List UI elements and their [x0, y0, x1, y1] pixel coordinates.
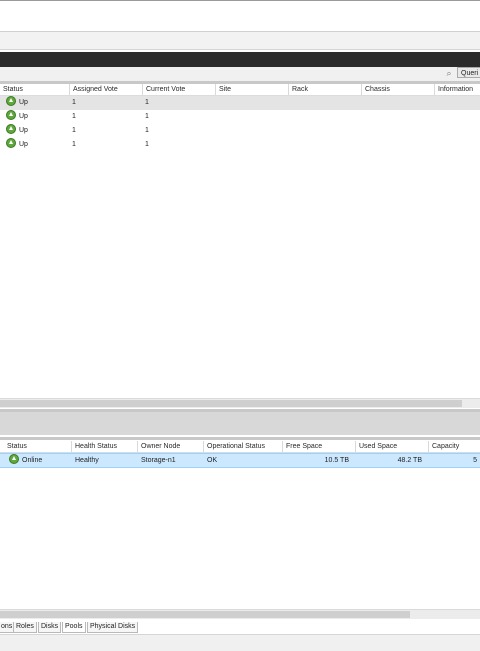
table-row[interactable]: Up 1 1: [0, 124, 480, 138]
col-header-assigned-vote[interactable]: Assigned Vote: [69, 84, 143, 95]
up-status-icon: [6, 124, 16, 135]
section-header-bar: [0, 52, 480, 67]
nodes-horizontal-scrollbar[interactable]: [0, 398, 480, 408]
status-cell: Up: [3, 138, 28, 152]
col-header-rack[interactable]: Rack: [288, 84, 362, 95]
table-row[interactable]: Up 1 1: [0, 96, 480, 110]
pools-grid-top-separator: [0, 437, 480, 440]
up-status-icon: [6, 96, 16, 107]
col-header-owner-node[interactable]: Owner Node: [137, 441, 204, 452]
title-band: [0, 1, 480, 32]
col-header-chassis[interactable]: Chassis: [361, 84, 435, 95]
col-header-used-space[interactable]: Used Space: [355, 441, 429, 452]
col-header-free-space[interactable]: Free Space: [282, 441, 356, 452]
status-text: Up: [19, 113, 28, 120]
status-text: Up: [19, 127, 28, 134]
current-vote-cell: 1: [145, 141, 149, 148]
col-header-health-status[interactable]: Health Status: [71, 441, 138, 452]
current-vote-cell: 1: [145, 113, 149, 120]
col-header-site[interactable]: Site: [215, 84, 289, 95]
status-text: Up: [19, 141, 28, 148]
col-header-current-vote[interactable]: Current Vote: [142, 84, 216, 95]
assigned-vote-cell: 1: [72, 113, 76, 120]
tab-physical-disks[interactable]: Physical Disks: [87, 622, 139, 633]
menu-band: [0, 32, 480, 50]
tab-roles[interactable]: Roles: [13, 622, 37, 633]
status-bar: [0, 634, 480, 651]
up-status-icon: [6, 138, 16, 149]
free-space-cell: 10.5 TB: [324, 457, 349, 464]
bottom-tab-strip: ons Roles Disks Pools Physical Disks: [0, 622, 480, 633]
table-row[interactable]: Up 1 1: [0, 110, 480, 124]
current-vote-cell: 1: [145, 127, 149, 134]
online-status-icon: [9, 454, 19, 465]
status-cell: Online: [6, 454, 42, 467]
table-row[interactable]: Up 1 1: [0, 138, 480, 152]
status-text: Up: [19, 99, 28, 106]
status-cell: Up: [3, 110, 28, 124]
assigned-vote-cell: 1: [72, 99, 76, 106]
scrollbar-thumb[interactable]: [0, 611, 410, 618]
scrollbar-thumb[interactable]: [0, 400, 462, 407]
col-header-operational-status[interactable]: Operational Status: [203, 441, 283, 452]
table-row[interactable]: Online Healthy Storage-n1 OK 10.5 TB 48.…: [0, 453, 480, 468]
tab-disks[interactable]: Disks: [38, 622, 62, 633]
assigned-vote-cell: 1: [72, 141, 76, 148]
tab-pools[interactable]: Pools: [62, 622, 86, 633]
owner-node-cell: Storage-n1: [141, 457, 176, 464]
nodes-grid-header: Status Assigned Vote Current Vote Site R…: [0, 84, 480, 96]
status-text: Online: [22, 457, 43, 464]
up-status-icon: [6, 110, 16, 121]
used-space-cell: 48.2 TB: [397, 457, 422, 464]
search-icon[interactable]: ⌕: [443, 67, 455, 79]
capacity-cell: 5: [473, 457, 477, 464]
operational-status-cell: OK: [207, 457, 218, 464]
queries-button[interactable]: Queri: [457, 67, 480, 78]
pools-grid-header: Status Health Status Owner Node Operatio…: [0, 441, 480, 453]
health-status-cell: Healthy: [75, 457, 99, 464]
col-header-information[interactable]: Information: [434, 84, 480, 95]
current-vote-cell: 1: [145, 99, 149, 106]
assigned-vote-cell: 1: [72, 127, 76, 134]
status-cell: Up: [3, 124, 28, 138]
col-header-status[interactable]: Status: [0, 84, 69, 95]
details-header-bar: [0, 412, 480, 435]
col-header-status[interactable]: Status: [4, 441, 71, 452]
status-cell: Up: [3, 96, 28, 110]
pools-horizontal-scrollbar[interactable]: [0, 609, 480, 619]
search-row: [0, 67, 480, 81]
col-header-capacity[interactable]: Capacity: [428, 441, 480, 452]
